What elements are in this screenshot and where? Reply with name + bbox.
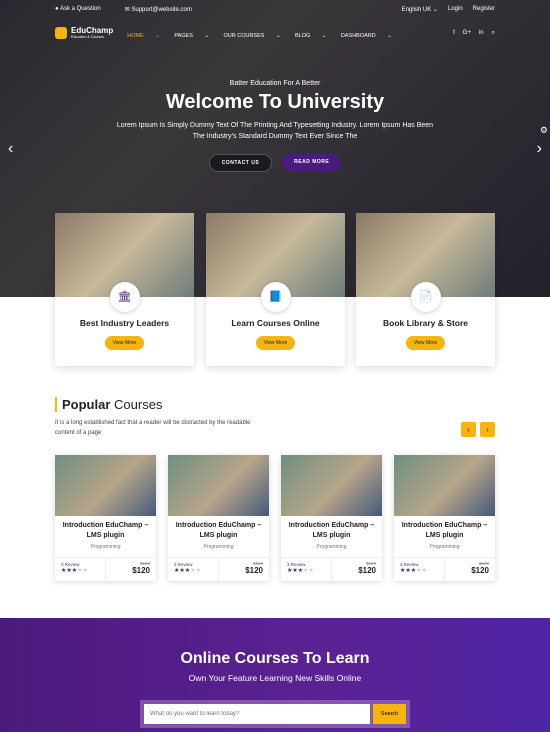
contact-us-button[interactable]: CONTACT US — [208, 154, 273, 172]
feature-card: 🏛 Best Industry Leaders View More — [55, 213, 194, 366]
banner-title: Online Courses To Learn — [180, 650, 370, 667]
top-bar: ● Ask a Question ✉ Support@website.com E… — [55, 3, 495, 15]
carousel-prev-button[interactable]: ‹ — [461, 422, 476, 437]
nav-label: PAGES — [174, 33, 193, 39]
star-rating: ★★★★★ — [287, 568, 314, 574]
ask-question-link[interactable]: ● Ask a Question — [55, 6, 113, 12]
logo-tagline: Education & Courses — [71, 35, 104, 39]
carousel-next-button[interactable]: › — [480, 422, 495, 437]
course-category: Programming — [316, 544, 347, 550]
register-link[interactable]: Register — [473, 6, 495, 13]
course-card[interactable]: Introduction EduChamp – LMS plugin Progr… — [281, 455, 382, 581]
search-button[interactable]: Search — [373, 704, 406, 724]
nav-blog[interactable]: BLOG ⌄ — [295, 33, 326, 39]
feature-card: 📘 Learn Courses Online View More — [206, 213, 345, 366]
view-more-button[interactable]: View More — [255, 336, 296, 350]
email-label: Support@website.com — [131, 6, 192, 13]
section-description: It is a long established fact that a rea… — [55, 420, 251, 436]
hero-description: Lorem Ipsum Is Simply Dummy Text Of The … — [116, 122, 434, 140]
feature-title: Best Industry Leaders — [79, 318, 170, 328]
feature-title: Learn Courses Online — [231, 318, 320, 328]
course-category: Programming — [90, 544, 121, 550]
course-card[interactable]: Introduction EduChamp – LMS plugin Progr… — [55, 455, 156, 581]
ask-label: Ask a Question — [59, 6, 101, 12]
feature-card: 📄 Book Library & Store View More — [356, 213, 495, 366]
price: $120 — [132, 566, 150, 575]
email-link[interactable]: ✉ Support@website.com — [125, 6, 204, 13]
nav-label: HOME — [127, 33, 144, 39]
course-title[interactable]: Introduction EduChamp – LMS plugin — [281, 521, 382, 541]
search-input[interactable] — [144, 704, 370, 724]
view-more-button[interactable]: View More — [405, 336, 446, 350]
nav-dashboard[interactable]: DASHBOARD ⌄ — [341, 33, 392, 39]
price: $120 — [245, 566, 263, 575]
hero-title: Welcome To University — [165, 91, 385, 113]
nav-home[interactable]: HOME ⌄ — [127, 33, 160, 39]
nav-label: OUR COURSES — [223, 33, 265, 39]
course-card[interactable]: Introduction EduChamp – LMS plugin Progr… — [168, 455, 269, 581]
search-form: Search — [140, 700, 410, 728]
view-more-button[interactable]: View More — [104, 336, 145, 350]
document-icon: 📄 — [410, 282, 441, 312]
title-bold: Popular — [62, 397, 111, 412]
logo-name: EduChamp — [71, 26, 114, 35]
login-link[interactable]: Login — [448, 6, 463, 13]
search-icon[interactable]: ⌕ — [492, 30, 495, 37]
nav-pages[interactable]: PAGES ⌄ — [174, 33, 209, 39]
course-category: Programming — [203, 544, 234, 550]
read-more-button[interactable]: READ MORE — [282, 154, 342, 172]
price: $120 — [471, 566, 489, 575]
institution-icon: 🏛 — [109, 282, 140, 312]
hero-subtitle: Batter Education For A Better — [229, 80, 321, 87]
google-plus-icon[interactable]: G+ — [463, 30, 471, 37]
course-title[interactable]: Introduction EduChamp – LMS plugin — [394, 521, 495, 541]
title-rest: Courses — [110, 397, 163, 412]
book-icon: 📘 — [260, 282, 291, 312]
course-image — [281, 455, 382, 516]
course-card[interactable]: Introduction EduChamp – LMS plugin Progr… — [394, 455, 495, 581]
language-label: English UK — [401, 6, 432, 13]
star-rating: ★★★★★ — [61, 568, 88, 574]
course-title[interactable]: Introduction EduChamp – LMS plugin — [55, 521, 156, 541]
nav-courses[interactable]: OUR COURSES ⌄ — [223, 33, 280, 39]
banner-subtitle: Own Your Feature Learning New Skills Onl… — [188, 673, 362, 683]
language-select[interactable]: English UK ⌄ — [392, 6, 438, 13]
course-image — [394, 455, 495, 516]
logo-icon — [55, 27, 67, 39]
linkedin-icon[interactable]: in — [479, 30, 484, 37]
course-category: Programming — [429, 544, 460, 550]
section-title: Popular Courses — [55, 397, 162, 412]
price: $120 — [358, 566, 376, 575]
logo[interactable]: EduChamp Education & Courses — [55, 27, 113, 39]
star-rating: ★★★★★ — [400, 568, 427, 574]
course-image — [168, 455, 269, 516]
feature-title: Book Library & Store — [382, 318, 469, 328]
nav-label: BLOG — [295, 33, 311, 39]
main-nav: EduChamp Education & Courses HOME ⌄ PAGES… — [55, 24, 495, 42]
course-image — [55, 455, 156, 516]
facebook-icon[interactable]: f — [453, 30, 455, 37]
course-title[interactable]: Introduction EduChamp – LMS plugin — [168, 521, 269, 541]
star-rating: ★★★★★ — [174, 568, 201, 574]
nav-label: DASHBOARD — [340, 33, 376, 39]
